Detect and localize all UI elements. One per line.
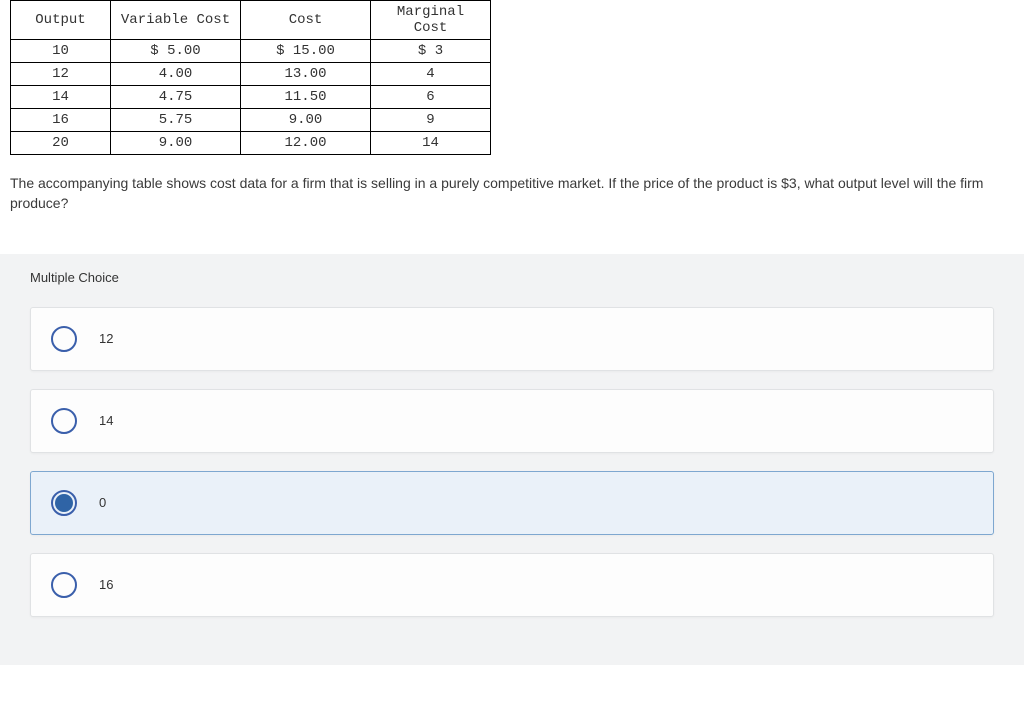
multiple-choice-label: Multiple Choice xyxy=(0,254,1024,307)
option-label: 12 xyxy=(99,331,113,346)
radio-icon xyxy=(51,408,77,434)
radio-icon xyxy=(51,572,77,598)
table-row: 14 4.75 11.50 6 xyxy=(11,86,491,109)
table-row: 10 $ 5.00 $ 15.00 $ 3 xyxy=(11,40,491,63)
table-row: 12 4.00 13.00 4 xyxy=(11,63,491,86)
radio-icon xyxy=(51,490,77,516)
cost-table: Output Variable Cost Cost Marginal Cost … xyxy=(10,0,491,155)
option-label: 0 xyxy=(99,495,106,510)
table-row: 20 9.00 12.00 14 xyxy=(11,132,491,155)
option-3[interactable]: 0 xyxy=(30,471,994,535)
option-1[interactable]: 12 xyxy=(30,307,994,371)
question-text: The accompanying table shows cost data f… xyxy=(10,173,1014,214)
th-marginal-cost: Marginal Cost xyxy=(371,1,491,40)
table-header-row: Output Variable Cost Cost Marginal Cost xyxy=(11,1,491,40)
multiple-choice-section: Multiple Choice 12 14 0 16 xyxy=(0,254,1024,665)
options-container: 12 14 0 16 xyxy=(0,307,1024,665)
radio-icon xyxy=(51,326,77,352)
th-cost: Cost xyxy=(241,1,371,40)
table-row: 16 5.75 9.00 9 xyxy=(11,109,491,132)
option-2[interactable]: 14 xyxy=(30,389,994,453)
th-output: Output xyxy=(11,1,111,40)
th-variable-cost: Variable Cost xyxy=(111,1,241,40)
option-label: 14 xyxy=(99,413,113,428)
option-4[interactable]: 16 xyxy=(30,553,994,617)
option-label: 16 xyxy=(99,577,113,592)
